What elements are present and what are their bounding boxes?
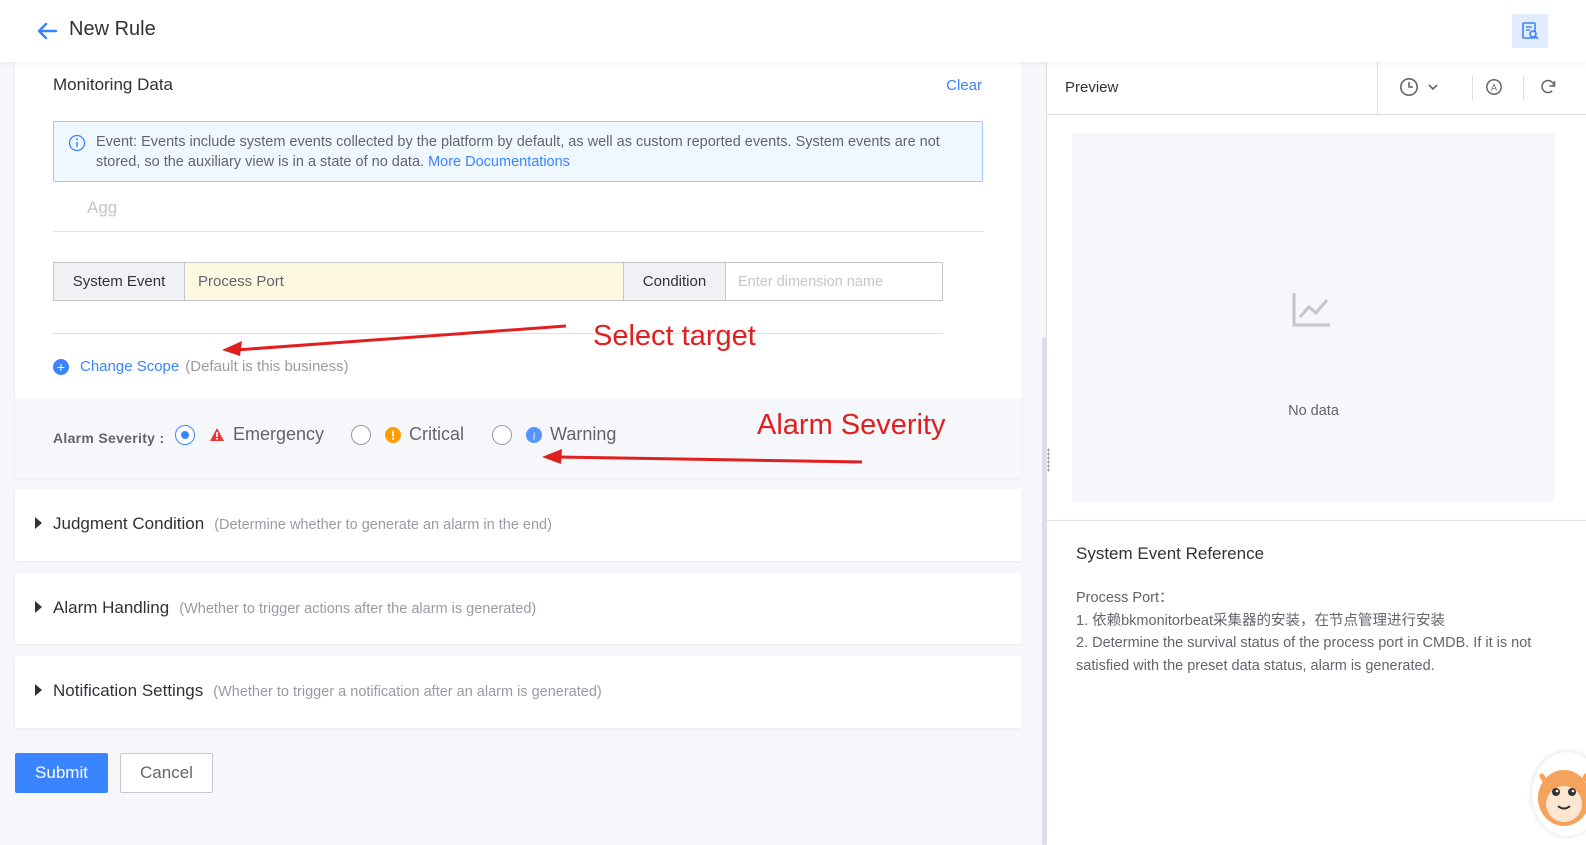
panel-resize-handle[interactable]	[1047, 448, 1050, 472]
divider	[1523, 76, 1524, 100]
preview-title: Preview	[1065, 79, 1119, 96]
divider	[1377, 62, 1378, 115]
change-scope-link[interactable]: Change Scope	[80, 358, 179, 375]
cancel-button[interactable]: Cancel	[120, 753, 213, 793]
back-arrow-icon[interactable]	[36, 20, 58, 42]
reference-title: System Event Reference	[1076, 544, 1265, 563]
documentation-button[interactable]	[1512, 14, 1548, 48]
reference-line: 2. Determine the survival status of the …	[1076, 635, 1532, 674]
change-scope-row: + Change Scope (Default is this business…	[53, 358, 349, 375]
severity-option-critical[interactable]: Critical	[351, 424, 464, 445]
reference-heading: Process Port：	[1076, 590, 1174, 606]
caret-right-icon[interactable]	[35, 601, 42, 613]
auto-refresh-icon[interactable]: A	[1485, 78, 1503, 101]
preview-chart: No data	[1072, 133, 1555, 502]
caret-right-icon[interactable]	[35, 684, 42, 696]
annotation-select-target: Select target	[593, 320, 756, 352]
notification-settings-section[interactable]: Notification Settings (Whether to trigger…	[15, 656, 1022, 728]
reference-body: Process Port： 1. 依赖bkmonitorbeat采集器的安装，在…	[1076, 587, 1556, 677]
divider	[1472, 76, 1473, 100]
exclamation-circle-icon	[385, 426, 401, 443]
clock-icon	[1400, 78, 1418, 96]
alarm-handling-hint: (Whether to trigger actions after the al…	[179, 601, 537, 617]
submit-button[interactable]: Submit	[15, 753, 108, 793]
severity-label-warning: Warning	[550, 424, 617, 444]
divider	[53, 231, 983, 232]
doc-search-icon	[1522, 22, 1539, 40]
radio-critical[interactable]	[351, 424, 371, 445]
event-select[interactable]: Process Port	[185, 263, 624, 300]
more-documentations-link[interactable]: More Documentations	[428, 154, 570, 170]
info-circle-icon: i	[526, 426, 542, 443]
alarm-handling-title: Alarm Handling	[53, 598, 170, 617]
refresh-icon[interactable]	[1539, 78, 1557, 101]
notification-settings-hint: (Whether to trigger a notification after…	[213, 684, 602, 700]
clear-link[interactable]: Clear	[946, 77, 982, 94]
divider	[1047, 520, 1586, 521]
radio-emergency[interactable]	[175, 424, 195, 445]
section-title: Notification Settings (Whether to trigger…	[53, 681, 602, 701]
time-range-selector[interactable]	[1399, 77, 1439, 97]
condition-label: Condition	[624, 263, 726, 300]
query-row: System Event Process Port Condition	[53, 262, 943, 301]
svg-text:A: A	[1491, 83, 1497, 93]
annotation-alarm-severity: Alarm Severity	[757, 409, 946, 441]
chevron-down-icon	[1428, 84, 1438, 91]
severity-option-warning[interactable]: i Warning	[492, 424, 616, 445]
chart-empty-icon	[1292, 293, 1330, 327]
info-icon	[68, 134, 86, 152]
section-title: Alarm Handling (Whether to trigger action…	[53, 598, 536, 618]
caret-right-icon[interactable]	[35, 517, 42, 529]
page-header: New Rule	[0, 0, 1586, 62]
notification-settings-title: Notification Settings	[53, 681, 204, 700]
judgment-condition-hint: (Determine whether to generate an alarm …	[214, 517, 552, 533]
severity-label-emergency: Emergency	[233, 424, 325, 444]
divider	[53, 333, 943, 334]
alarm-handling-section[interactable]: Alarm Handling (Whether to trigger action…	[15, 573, 1022, 644]
monitoring-data-title: Monitoring Data	[53, 75, 174, 94]
reference-line: 1. 依赖bkmonitorbeat采集器的安装，在节点管理进行安装	[1076, 612, 1446, 629]
warning-triangle-icon	[209, 427, 225, 443]
preview-panel: Preview A No data System Event Reference…	[1046, 62, 1586, 845]
severity-label-critical: Critical	[409, 424, 465, 444]
section-title: Judgment Condition (Determine whether to …	[53, 514, 552, 534]
severity-option-emergency[interactable]: Emergency	[175, 424, 324, 445]
preview-toolbar: Preview A	[1047, 62, 1586, 115]
alarm-severity-label: Alarm Severity :	[53, 430, 165, 446]
info-alert: Event: Events include system events coll…	[53, 121, 983, 182]
plus-circle-icon[interactable]: +	[53, 358, 69, 375]
no-data-text: No data	[1288, 403, 1339, 419]
dimension-name-input[interactable]	[726, 263, 942, 300]
agg-field[interactable]: Agg	[87, 198, 117, 218]
radio-warning[interactable]	[492, 424, 512, 445]
svg-text:i: i	[532, 430, 535, 442]
event-type-label[interactable]: System Event	[54, 263, 185, 300]
judgment-condition-section[interactable]: Judgment Condition (Determine whether to …	[15, 489, 1022, 561]
info-text: Event: Events include system events coll…	[96, 132, 976, 172]
judgment-condition-title: Judgment Condition	[53, 514, 205, 533]
page-title: New Rule	[69, 18, 156, 40]
change-scope-hint: (Default is this business)	[185, 358, 349, 375]
